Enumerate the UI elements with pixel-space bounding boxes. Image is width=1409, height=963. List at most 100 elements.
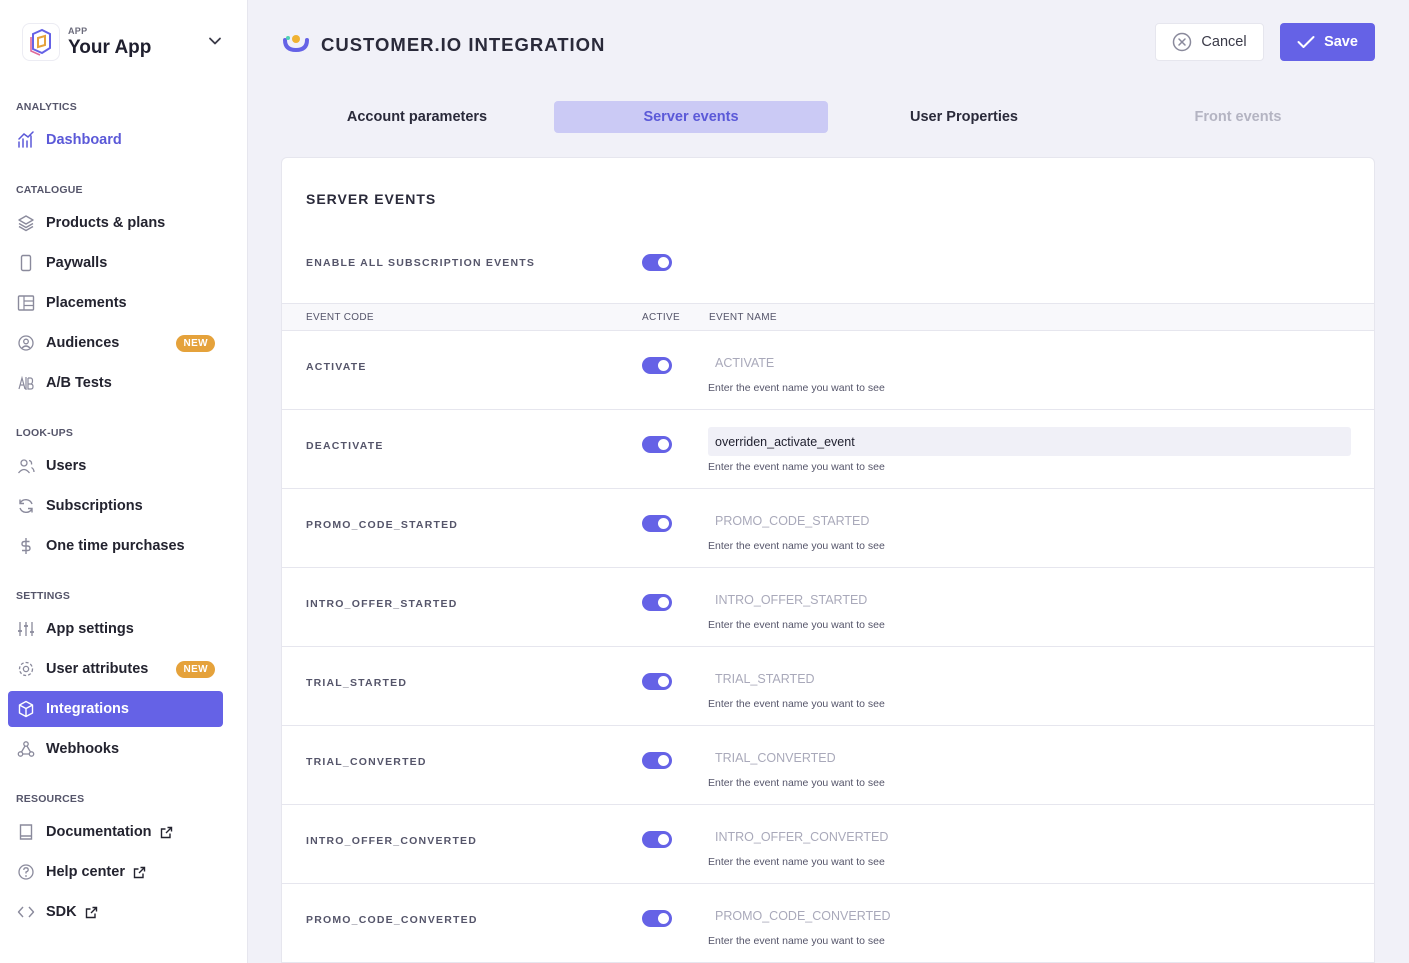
event-active-toggle[interactable] bbox=[642, 436, 672, 453]
event-name-hint: Enter the event name you want to see bbox=[708, 698, 885, 710]
event-name-input[interactable] bbox=[708, 427, 1351, 456]
table-row: ACTIVATE Enter the event name you want to… bbox=[282, 331, 1374, 410]
event-active-toggle[interactable] bbox=[642, 594, 672, 611]
tab-server-events[interactable]: Server events bbox=[554, 101, 828, 133]
ab-test-icon bbox=[16, 373, 36, 393]
event-name-input[interactable] bbox=[708, 506, 1351, 535]
event-code: TRIAL_STARTED bbox=[306, 677, 408, 689]
event-name-hint: Enter the event name you want to see bbox=[708, 777, 885, 789]
sidebar-item-help-center[interactable]: Help center bbox=[8, 854, 223, 890]
section-lookups: LOOK-UPS bbox=[16, 427, 74, 439]
event-name-input[interactable] bbox=[708, 743, 1351, 772]
event-active-toggle[interactable] bbox=[642, 357, 672, 374]
gear-icon bbox=[16, 659, 36, 679]
save-button[interactable]: Save bbox=[1280, 23, 1375, 61]
sidebar-item-label: Subscriptions bbox=[46, 498, 143, 514]
book-icon bbox=[16, 822, 36, 842]
event-code: PROMO_CODE_STARTED bbox=[306, 519, 459, 531]
col-event-code: EVENT CODE bbox=[306, 312, 374, 323]
table-row: PROMO_CODE_STARTED Enter the event name y… bbox=[282, 489, 1374, 568]
external-link-icon bbox=[160, 826, 173, 839]
customerio-logo-icon bbox=[283, 34, 309, 57]
code-icon bbox=[16, 902, 36, 922]
tab-account-parameters[interactable]: Account parameters bbox=[280, 101, 554, 133]
external-link-icon bbox=[133, 866, 146, 879]
sidebar-item-label: Paywalls bbox=[46, 255, 108, 271]
section-settings: SETTINGS bbox=[16, 590, 71, 602]
sidebar-item-integrations[interactable]: Integrations bbox=[8, 691, 223, 727]
event-name-hint: Enter the event name you want to see bbox=[708, 382, 885, 394]
sidebar-item-dashboard[interactable]: Dashboard bbox=[8, 122, 223, 158]
save-label: Save bbox=[1324, 34, 1358, 50]
event-active-toggle[interactable] bbox=[642, 673, 672, 690]
event-name-hint: Enter the event name you want to see bbox=[708, 856, 885, 868]
sidebar-item-subscriptions[interactable]: Subscriptions bbox=[8, 488, 223, 524]
external-link-icon bbox=[85, 906, 98, 919]
event-name-input[interactable] bbox=[708, 664, 1351, 693]
sidebar-item-audiences[interactable]: Audiences NEW bbox=[8, 325, 223, 361]
sidebar-item-label: Products & plans bbox=[46, 215, 166, 231]
section-analytics: ANALYTICS bbox=[16, 101, 77, 113]
sidebar-item-label: Dashboard bbox=[46, 132, 122, 148]
sidebar-item-paywalls[interactable]: Paywalls bbox=[8, 245, 223, 281]
sidebar-item-products[interactable]: Products & plans bbox=[8, 205, 223, 241]
cancel-button[interactable]: Cancel bbox=[1155, 23, 1264, 61]
event-name-hint: Enter the event name you want to see bbox=[708, 935, 885, 947]
sidebar-item-label: Integrations bbox=[46, 701, 129, 717]
page-header: CUSTOMER.IO INTEGRATION bbox=[283, 30, 605, 60]
users-icon bbox=[16, 456, 36, 476]
event-code: ACTIVATE bbox=[306, 361, 367, 373]
sidebar-item-label: App settings bbox=[46, 621, 134, 637]
event-active-toggle[interactable] bbox=[642, 910, 672, 927]
chevron-down-icon[interactable] bbox=[208, 34, 222, 53]
sidebar-item-label: A/B Tests bbox=[46, 375, 112, 391]
sidebar-item-label: Users bbox=[46, 458, 87, 474]
event-active-toggle[interactable] bbox=[642, 752, 672, 769]
event-name-hint: Enter the event name you want to see bbox=[708, 461, 885, 473]
sidebar-item-documentation[interactable]: Documentation bbox=[8, 814, 223, 850]
sidebar-item-ab-tests[interactable]: A/B Tests bbox=[8, 365, 223, 401]
layout-icon bbox=[16, 293, 36, 313]
event-active-toggle[interactable] bbox=[642, 515, 672, 532]
event-name-input[interactable] bbox=[708, 585, 1351, 614]
sidebar-item-sdk[interactable]: SDK bbox=[8, 894, 223, 930]
event-code: INTRO_OFFER_STARTED bbox=[306, 598, 458, 610]
help-icon bbox=[16, 862, 36, 882]
sidebar-item-one-time-purchases[interactable]: One time purchases bbox=[8, 528, 223, 564]
sidebar-item-users[interactable]: Users bbox=[8, 448, 223, 484]
page-title: CUSTOMER.IO INTEGRATION bbox=[321, 34, 606, 55]
refresh-icon bbox=[16, 496, 36, 516]
enable-all-label: ENABLE ALL SUBSCRIPTION EVENTS bbox=[306, 257, 536, 269]
cancel-label: Cancel bbox=[1201, 34, 1247, 50]
event-name-input[interactable] bbox=[708, 348, 1351, 377]
check-icon bbox=[1297, 35, 1315, 49]
table-row: INTRO_OFFER_CONVERTED Enter the event nam… bbox=[282, 805, 1374, 884]
cube-icon bbox=[16, 699, 36, 719]
app-switcher[interactable]: APP Your App bbox=[22, 20, 228, 64]
event-code: INTRO_OFFER_CONVERTED bbox=[306, 835, 478, 847]
event-name-input[interactable] bbox=[708, 822, 1351, 851]
sidebar-item-label: User attributes bbox=[46, 661, 149, 677]
event-name-hint: Enter the event name you want to see bbox=[708, 540, 885, 552]
tab-user-properties[interactable]: User Properties bbox=[827, 101, 1101, 133]
enable-all-toggle[interactable] bbox=[642, 254, 672, 271]
event-active-toggle[interactable] bbox=[642, 831, 672, 848]
table-row: TRIAL_CONVERTED Enter the event name you … bbox=[282, 726, 1374, 805]
sidebar-item-label: Audiences bbox=[46, 335, 120, 351]
sidebar-item-app-settings[interactable]: App settings bbox=[8, 611, 223, 647]
event-code: PROMO_CODE_CONVERTED bbox=[306, 914, 478, 926]
sidebar-item-webhooks[interactable]: Webhooks bbox=[8, 731, 223, 767]
close-circle-icon bbox=[1172, 32, 1192, 52]
event-code: TRIAL_CONVERTED bbox=[306, 756, 427, 768]
event-name-input[interactable] bbox=[708, 901, 1351, 930]
app-small-label: APP bbox=[68, 25, 88, 36]
sidebar-item-label: Placements bbox=[46, 295, 127, 311]
server-events-card: SERVER EVENTS ENABLE ALL SUBSCRIPTION EV… bbox=[281, 157, 1375, 963]
sidebar-item-label: SDK bbox=[46, 904, 77, 920]
chart-icon bbox=[16, 130, 36, 150]
tab-front-events: Front events bbox=[1194, 109, 1282, 125]
app-logo-icon bbox=[22, 23, 60, 61]
col-event-name: EVENT NAME bbox=[709, 312, 777, 323]
sidebar-item-user-attributes[interactable]: User attributes NEW bbox=[8, 651, 223, 687]
sidebar-item-placements[interactable]: Placements bbox=[8, 285, 223, 321]
